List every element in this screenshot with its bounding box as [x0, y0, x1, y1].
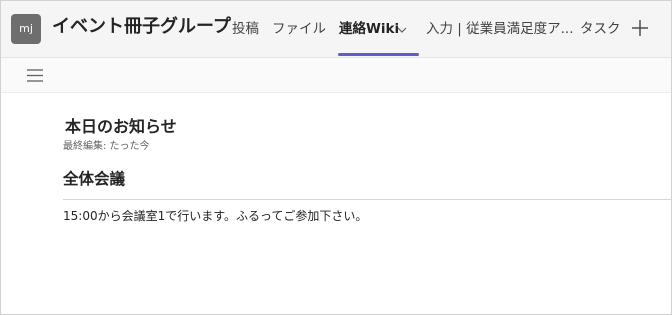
- plus-icon[interactable]: [629, 17, 651, 39]
- wiki-page-title[interactable]: 本日のお知らせ: [65, 116, 177, 138]
- section-body-text[interactable]: 15:00から会議室1で行います。ふるってご参加下さい。: [63, 207, 367, 225]
- section-divider: [63, 199, 671, 200]
- teams-window: mj イベント冊子グループ 投稿 ファイル 連絡Wiki 入力 | 従業員満足度…: [0, 0, 672, 315]
- tab-files[interactable]: ファイル: [272, 18, 326, 40]
- tab-posts[interactable]: 投稿: [232, 18, 259, 40]
- chevron-down-icon[interactable]: [397, 27, 407, 33]
- team-name: イベント冊子グループ: [52, 16, 231, 37]
- hamburger-menu-icon[interactable]: [27, 69, 43, 82]
- tab-tasks[interactable]: タスク: [580, 18, 621, 40]
- last-edited-label: 最終編集: たった今: [63, 141, 150, 152]
- active-tab-indicator: [338, 53, 419, 56]
- tab-survey-form[interactable]: 入力 | 従業員満足度ア...: [426, 18, 574, 40]
- wiki-toolbar: [1, 58, 671, 93]
- tab-wiki[interactable]: 連絡Wiki: [339, 18, 399, 40]
- team-avatar[interactable]: mj: [11, 14, 41, 44]
- section-heading[interactable]: 全体会議: [63, 168, 125, 190]
- channel-header: mj イベント冊子グループ 投稿 ファイル 連絡Wiki 入力 | 従業員満足度…: [1, 1, 671, 58]
